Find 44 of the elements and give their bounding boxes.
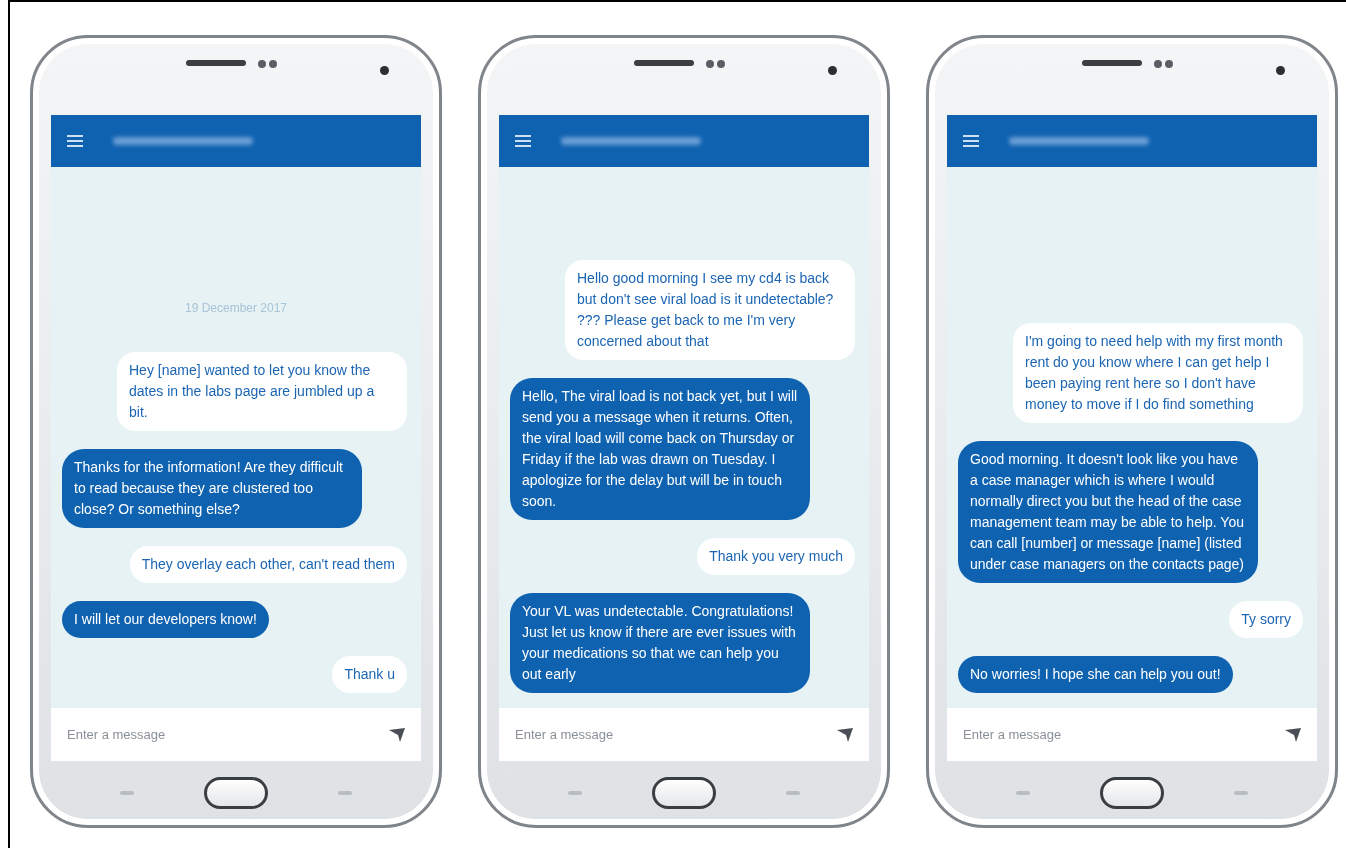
menu-key-icon	[120, 791, 134, 795]
sent-message: Thank you very much	[697, 538, 855, 575]
message-input[interactable]: Enter a message	[515, 724, 837, 745]
received-message: Good morning. It doesn't look like you have a case manager which is where I would normally direct you but the head of the case management team may be able to help. You can call [number] or message [name] (listed under case managers on the contacts page)	[958, 441, 1258, 583]
send-icon[interactable]	[837, 727, 853, 742]
received-message: Thanks for the information! Are they difficult to read because they are clustered too close? Or something else?	[62, 449, 362, 528]
received-message: I will let our developers know!	[62, 601, 269, 638]
speaker-grille	[1082, 60, 1142, 66]
message-composer[interactable]: Enter a message	[499, 708, 869, 761]
sent-message: Ty sorry	[1229, 601, 1303, 638]
sent-message: Hey [name] wanted to let you know the dates in the labs page are jumbled up a bit.	[117, 352, 407, 431]
sent-message: I'm going to need help with my first month rent do you know where I can get help I been paying rent here so I don't have money to move if I do find something	[1013, 323, 1303, 423]
date-label: 19 December 2017	[183, 300, 289, 317]
home-button[interactable]	[204, 777, 268, 809]
back-key-icon	[1234, 791, 1248, 795]
received-message: Your VL was undetectable. Congratulations! Just let us know if there are ever issues with your medications so that we can help you out early	[510, 593, 810, 693]
message-input[interactable]: Enter a message	[963, 724, 1285, 745]
received-message: Hello, The viral load is not back yet, but I will send you a message when it returns. Often, the viral load will come back on Thursday or Friday if the lab was drawn on Tuesday. I apologize for the delay but will be in touch soon.	[510, 378, 810, 520]
sent-message: They overlay each other, can't read them	[129, 546, 407, 583]
menu-icon[interactable]	[515, 134, 531, 148]
sensor-dots	[258, 60, 277, 68]
sensor-dots	[1154, 60, 1173, 68]
speaker-grille	[186, 60, 246, 66]
front-camera	[1276, 66, 1285, 75]
back-key-icon	[786, 791, 800, 795]
speaker-grille	[634, 60, 694, 66]
message-composer[interactable]: Enter a message	[947, 708, 1317, 761]
home-button[interactable]	[652, 777, 716, 809]
menu-icon[interactable]	[963, 134, 979, 148]
send-icon[interactable]	[1285, 727, 1301, 742]
home-button[interactable]	[1100, 777, 1164, 809]
sensor-dots	[706, 60, 725, 68]
menu-key-icon	[568, 791, 582, 795]
front-camera	[828, 66, 837, 75]
message-composer[interactable]: Enter a message	[51, 708, 421, 761]
sent-message: Hello good morning I see my cd4 is back but don't see viral load is it undetectable? ??? Please get back to me I'm very concerned about that	[565, 260, 855, 360]
menu-icon[interactable]	[67, 134, 83, 148]
send-icon[interactable]	[389, 727, 405, 742]
menu-key-icon	[1016, 791, 1030, 795]
message-input[interactable]: Enter a message	[67, 724, 389, 745]
front-camera	[380, 66, 389, 75]
received-message: No worries! I hope she can help you out!	[958, 656, 1233, 693]
back-key-icon	[338, 791, 352, 795]
sent-message: Thank u	[332, 656, 407, 693]
